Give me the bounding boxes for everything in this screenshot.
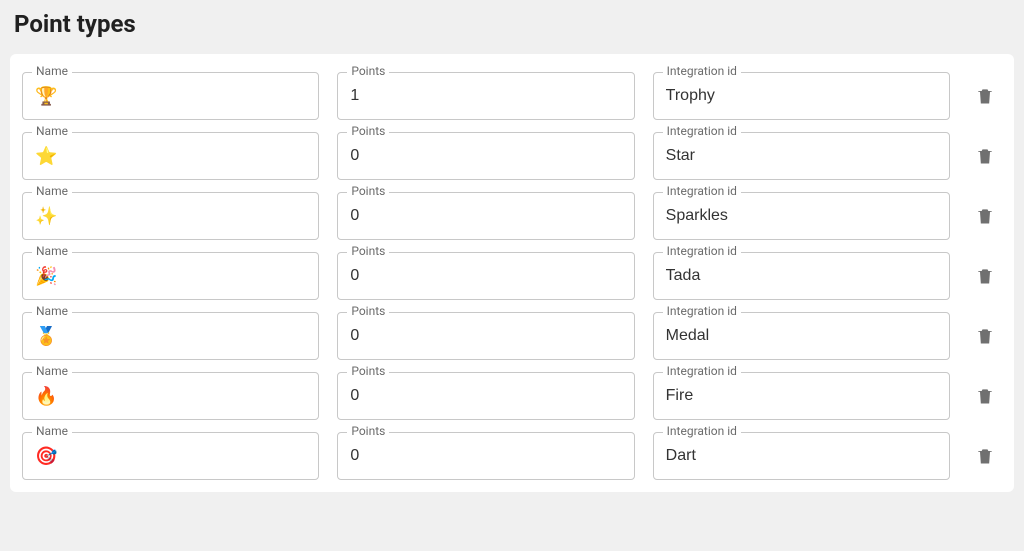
name-input[interactable] (22, 252, 319, 300)
integration-id-label: Integration id (663, 364, 741, 378)
points-input[interactable] (337, 72, 634, 120)
name-label: Name (32, 64, 72, 78)
name-field: Name (22, 72, 319, 120)
integration-id-field: Integration id (653, 72, 950, 120)
points-label: Points (347, 424, 389, 438)
delete-button[interactable] (968, 199, 1002, 233)
delete-button[interactable] (968, 79, 1002, 113)
point-type-row: Name Points Integration id (22, 432, 1002, 480)
delete-button[interactable] (968, 139, 1002, 173)
trash-icon (975, 205, 995, 227)
points-label: Points (347, 184, 389, 198)
point-type-row: Name Points Integration id (22, 312, 1002, 360)
integration-id-field: Integration id (653, 252, 950, 300)
integration-id-label: Integration id (663, 64, 741, 78)
points-field: Points (337, 312, 634, 360)
name-field: Name (22, 432, 319, 480)
name-field: Name (22, 192, 319, 240)
name-input[interactable] (22, 72, 319, 120)
name-field: Name (22, 132, 319, 180)
integration-id-label: Integration id (663, 184, 741, 198)
trash-icon (975, 445, 995, 467)
integration-id-label: Integration id (663, 424, 741, 438)
point-type-row: Name Points Integration id (22, 132, 1002, 180)
delete-button[interactable] (968, 319, 1002, 353)
points-input[interactable] (337, 252, 634, 300)
delete-button[interactable] (968, 379, 1002, 413)
trash-icon (975, 265, 995, 287)
point-type-row: Name Points Integration id (22, 372, 1002, 420)
points-field: Points (337, 432, 634, 480)
point-type-row: Name Points Integration id (22, 192, 1002, 240)
page-title: Point types (10, 10, 1014, 38)
points-label: Points (347, 64, 389, 78)
name-label: Name (32, 244, 72, 258)
name-field: Name (22, 312, 319, 360)
points-input[interactable] (337, 432, 634, 480)
trash-icon (975, 145, 995, 167)
name-input[interactable] (22, 192, 319, 240)
name-label: Name (32, 124, 72, 138)
integration-id-input[interactable] (653, 432, 950, 480)
integration-id-field: Integration id (653, 312, 950, 360)
integration-id-field: Integration id (653, 432, 950, 480)
name-input[interactable] (22, 372, 319, 420)
point-type-row: Name Points Integration id (22, 252, 1002, 300)
name-input[interactable] (22, 132, 319, 180)
integration-id-label: Integration id (663, 124, 741, 138)
points-label: Points (347, 364, 389, 378)
trash-icon (975, 325, 995, 347)
trash-icon (975, 85, 995, 107)
name-input[interactable] (22, 432, 319, 480)
points-input[interactable] (337, 192, 634, 240)
name-label: Name (32, 364, 72, 378)
name-input[interactable] (22, 312, 319, 360)
integration-id-input[interactable] (653, 372, 950, 420)
integration-id-input[interactable] (653, 312, 950, 360)
name-label: Name (32, 304, 72, 318)
points-field: Points (337, 132, 634, 180)
points-label: Points (347, 244, 389, 258)
integration-id-input[interactable] (653, 192, 950, 240)
points-field: Points (337, 72, 634, 120)
points-field: Points (337, 372, 634, 420)
points-label: Points (347, 124, 389, 138)
points-field: Points (337, 252, 634, 300)
integration-id-label: Integration id (663, 304, 741, 318)
integration-id-field: Integration id (653, 372, 950, 420)
trash-icon (975, 385, 995, 407)
integration-id-label: Integration id (663, 244, 741, 258)
points-input[interactable] (337, 372, 634, 420)
integration-id-input[interactable] (653, 252, 950, 300)
points-input[interactable] (337, 312, 634, 360)
name-field: Name (22, 252, 319, 300)
integration-id-field: Integration id (653, 192, 950, 240)
integration-id-input[interactable] (653, 132, 950, 180)
name-field: Name (22, 372, 319, 420)
name-label: Name (32, 424, 72, 438)
points-input[interactable] (337, 132, 634, 180)
point-types-card: Name Points Integration id Name Points I… (10, 54, 1014, 492)
points-label: Points (347, 304, 389, 318)
name-label: Name (32, 184, 72, 198)
delete-button[interactable] (968, 259, 1002, 293)
points-field: Points (337, 192, 634, 240)
delete-button[interactable] (968, 439, 1002, 473)
integration-id-field: Integration id (653, 132, 950, 180)
integration-id-input[interactable] (653, 72, 950, 120)
point-type-row: Name Points Integration id (22, 72, 1002, 120)
